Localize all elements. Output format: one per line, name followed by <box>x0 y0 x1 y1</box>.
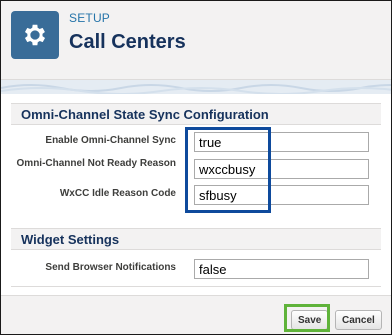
wxcc-idle-reason-label: WxCC Idle Reason Code <box>59 188 176 199</box>
enable-omni-sync-label: Enable Omni-Channel Sync <box>45 135 176 146</box>
omni-not-ready-reason-input[interactable] <box>194 159 369 179</box>
call-centers-panel: SETUP Call Centers Omni-Channel State Sy… <box>0 0 392 335</box>
gear-icon <box>11 11 59 59</box>
page-title: Call Centers <box>69 31 186 53</box>
save-button[interactable]: Save <box>291 310 329 330</box>
breadcrumb[interactable]: SETUP <box>69 11 110 25</box>
header-decoration <box>1 80 391 94</box>
omni-not-ready-reason-label: Omni-Channel Not Ready Reason <box>16 158 176 169</box>
send-browser-notifications-input[interactable] <box>194 259 369 279</box>
enable-omni-sync-input[interactable] <box>194 132 369 152</box>
section-widget-settings-header: Widget Settings <box>11 228 381 250</box>
cancel-button[interactable]: Cancel <box>335 310 382 330</box>
wxcc-idle-reason-input[interactable] <box>194 185 369 205</box>
section-omni-channel-header: Omni-Channel State Sync Configuration <box>11 103 381 125</box>
send-browser-notifications-label: Send Browser Notifications <box>45 262 176 273</box>
button-bar: Save Cancel <box>1 295 391 334</box>
page-header: SETUP Call Centers <box>1 1 391 80</box>
section-divider <box>11 286 381 287</box>
